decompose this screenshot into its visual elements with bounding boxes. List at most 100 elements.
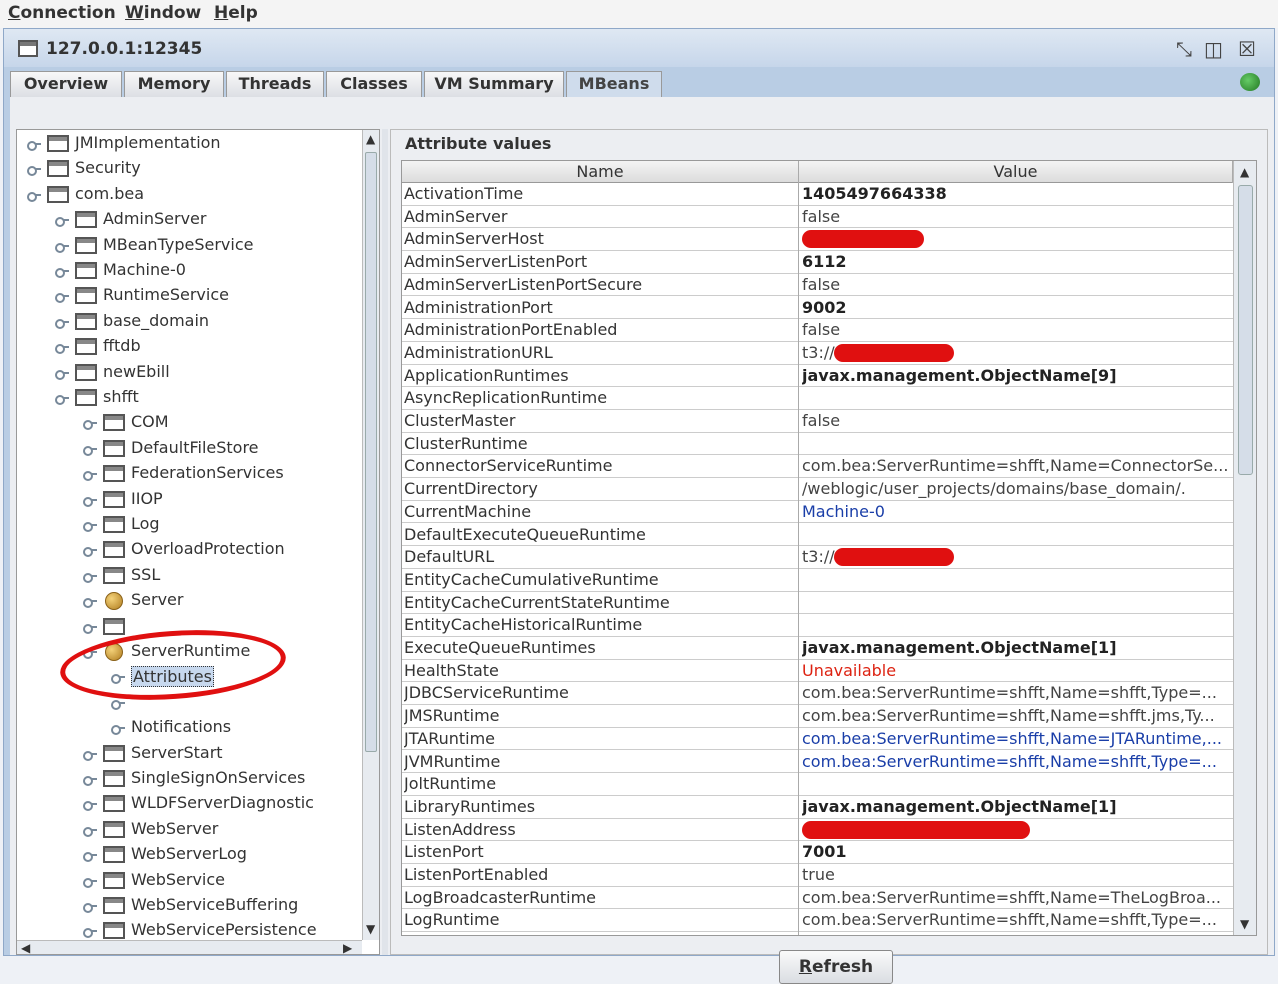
table-row[interactable]: AdminServerHost [402, 228, 1233, 252]
expand-handle-icon[interactable] [83, 749, 97, 761]
table-row[interactable]: AdministrationPortEnabled false [402, 319, 1233, 342]
table-row[interactable]: LogBroadcasterRuntime com.bea:ServerRunti… [402, 887, 1233, 910]
table-row[interactable]: EntityCacheHistoricalRuntime [402, 614, 1233, 637]
table-row[interactable]: AdministrationPort 9002 [402, 297, 1233, 320]
folder-icon [75, 262, 97, 279]
scroll-down-icon[interactable]: ▼ [366, 922, 375, 936]
expand-handle-icon[interactable] [83, 774, 97, 786]
menu-connection[interactable]: Connection [8, 3, 116, 23]
table-row[interactable]: ActivationTime 1405497664338 [402, 183, 1233, 206]
menu-help[interactable]: Help [214, 3, 258, 23]
table-row[interactable]: EntityCacheCumulativeRuntime [402, 569, 1233, 592]
table-row[interactable]: ListenAddress [402, 819, 1233, 842]
minimize-icon[interactable]: ⤡ [1176, 37, 1192, 61]
expand-handle-icon[interactable] [83, 571, 97, 583]
table-row[interactable]: ClusterMaster false [402, 410, 1233, 433]
expand-handle-icon[interactable] [83, 622, 97, 634]
expand-handle-icon[interactable] [111, 698, 125, 710]
table-row[interactable]: AdminServer false [402, 206, 1233, 229]
scroll-up-icon[interactable]: ▲ [366, 132, 375, 146]
expand-handle-icon[interactable] [27, 164, 41, 177]
table-row[interactable]: CurrentMachine Machine-0 [402, 501, 1233, 524]
expand-handle-icon[interactable] [111, 723, 125, 736]
expand-handle-icon[interactable] [83, 469, 97, 482]
refresh-button[interactable]: Refresh [779, 950, 893, 984]
expand-handle-icon[interactable] [83, 520, 97, 532]
attribute-value: javax.management.ObjectName[1] [802, 638, 1117, 657]
expand-handle-icon[interactable] [55, 241, 69, 253]
table-row[interactable]: ApplicationRuntimes javax.management.Obje… [402, 365, 1233, 388]
expand-handle-icon[interactable] [27, 139, 41, 151]
tree-item-label: shfft [103, 387, 139, 406]
scroll-right-icon[interactable]: ▶ [343, 941, 352, 954]
tree-scroll-thumb[interactable] [365, 152, 377, 752]
tree-vertical-scrollbar[interactable]: ▲ ▼ [362, 130, 379, 940]
split-pane-divider[interactable] [382, 129, 388, 955]
expand-handle-icon[interactable] [83, 545, 97, 558]
tab-classes[interactable]: Classes [326, 71, 422, 97]
expand-handle-icon[interactable] [55, 215, 69, 228]
expand-handle-icon[interactable] [55, 291, 69, 304]
tab-memory[interactable]: Memory [124, 71, 224, 97]
tab-vm-summary[interactable]: VM Summary [424, 71, 564, 97]
expand-handle-icon[interactable] [83, 825, 97, 837]
tab-threads[interactable]: Threads [226, 71, 324, 97]
expand-handle-icon[interactable] [27, 190, 41, 202]
expand-handle-icon[interactable] [83, 418, 97, 431]
table-row[interactable]: EntityCacheCurrentStateRuntime [402, 592, 1233, 615]
expand-handle-icon[interactable] [83, 926, 97, 939]
table-row[interactable]: LibraryRuntimes javax.management.ObjectNa… [402, 796, 1233, 819]
table-row[interactable]: AdminServerListenPort 6112 [402, 251, 1233, 274]
folder-icon [75, 211, 97, 229]
expand-handle-icon[interactable] [83, 444, 97, 456]
window-titlebar[interactable]: 127.0.0.1:12345 ⤡ ◫ ☒ [4, 29, 1274, 67]
expand-handle-icon[interactable] [83, 495, 97, 507]
folder-icon [47, 160, 69, 178]
table-row[interactable]: JVMRuntime com.bea:ServerRuntime=shfft,Na… [402, 751, 1233, 774]
expand-handle-icon[interactable] [83, 901, 97, 913]
scroll-down-icon[interactable]: ▼ [1240, 917, 1249, 931]
tree-item-label: MBeanTypeService [103, 234, 254, 254]
table-row[interactable]: HealthState Unavailable [402, 660, 1233, 683]
column-header-value[interactable]: Value [799, 161, 1233, 183]
menu-window[interactable]: Window [125, 3, 201, 23]
close-icon[interactable]: ☒ [1238, 37, 1256, 61]
maximize-icon[interactable]: ◫ [1204, 37, 1223, 61]
tree-horizontal-scrollbar[interactable]: ◀ ▶ [17, 940, 362, 954]
folder-icon [47, 135, 69, 152]
table-row[interactable]: ListenPort 7001 [402, 841, 1233, 864]
table-row[interactable]: ClusterRuntime [402, 433, 1233, 456]
table-row[interactable]: DefaultURLt3:// 7001 [402, 546, 1233, 569]
mbean-icon [105, 592, 123, 611]
expand-handle-icon[interactable] [83, 596, 97, 609]
tab-overview[interactable]: Overview [10, 71, 122, 97]
expand-handle-icon[interactable] [55, 393, 69, 405]
table-vertical-scrollbar[interactable]: ▲ ▼ [1233, 161, 1256, 935]
table-row[interactable]: AdministrationURLt3:// 7001 [402, 342, 1233, 365]
table-row[interactable]: AdminServerListenPortSecure false [402, 274, 1233, 297]
expand-handle-icon[interactable] [55, 317, 69, 329]
table-scroll-thumb[interactable] [1238, 185, 1253, 475]
scroll-up-icon[interactable]: ▲ [1240, 165, 1249, 179]
table-row[interactable]: JDBCServiceRuntime com.bea:ServerRuntime=… [402, 682, 1233, 706]
table-row[interactable]: JTARuntime com.bea:ServerRuntime=shfft,Na… [402, 728, 1233, 751]
table-row[interactable]: CurrentDirectory/weblogic/user_projects/… [402, 478, 1233, 501]
table-row[interactable]: JoltRuntime [402, 773, 1233, 796]
scroll-left-icon[interactable]: ◀ [21, 941, 30, 954]
table-row[interactable]: ConnectorServiceRuntime com.bea:ServerRun… [402, 455, 1233, 479]
expand-handle-icon[interactable] [55, 368, 69, 380]
tab-mbeans[interactable]: MBeans [566, 71, 662, 97]
column-header-name[interactable]: Name [402, 161, 799, 183]
expand-handle-icon[interactable] [83, 876, 97, 888]
table-row[interactable]: ListenPortEnabled true [402, 864, 1233, 887]
table-row[interactable]: AsyncReplicationRuntime [402, 387, 1233, 410]
table-row[interactable]: ExecuteQueueRuntimes javax.management.Obj… [402, 637, 1233, 660]
expand-handle-icon[interactable] [55, 266, 69, 278]
expand-handle-icon[interactable] [83, 799, 97, 812]
table-row[interactable]: LogRuntime com.bea:ServerRuntime=shfft,Na… [402, 909, 1233, 933]
table-row[interactable]: DefaultExecuteQueueRuntime [402, 524, 1233, 547]
expand-handle-icon[interactable] [55, 342, 69, 355]
table-row[interactable]: JMSRuntime com.bea:ServerRuntime=shfft,Na… [402, 705, 1233, 728]
attribute-value: 1405497664338 [802, 184, 947, 203]
expand-handle-icon[interactable] [83, 850, 97, 863]
